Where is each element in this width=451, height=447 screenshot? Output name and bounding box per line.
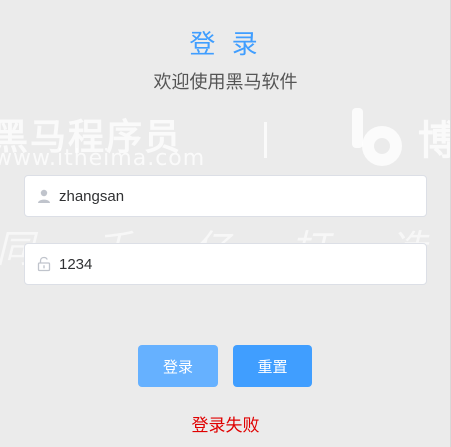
watermark-brand: 黑马程序员 (0, 117, 183, 158)
page-title: 登 录 (189, 30, 262, 60)
watermark-logo-text: 博 (418, 108, 450, 166)
watermark-url: www.itheima.com (0, 146, 206, 171)
login-panel: 黑马程序员 www.itheima.com 博 同 千 亿 打 造 最 高 效 … (0, 0, 451, 447)
error-message: 登录失败 (191, 416, 260, 436)
username-field[interactable] (24, 175, 427, 217)
user-icon (38, 189, 50, 203)
username-input[interactable] (59, 176, 419, 216)
watermark-divider (264, 122, 267, 158)
reset-button[interactable]: 重置 (233, 345, 312, 387)
watermark-logo-icon (352, 108, 402, 166)
login-button[interactable]: 登录 (138, 345, 218, 387)
page-subtitle: 欢迎使用黑马软件 (153, 72, 298, 93)
password-input[interactable] (59, 244, 419, 284)
password-field[interactable] (24, 243, 427, 285)
lock-icon (37, 256, 51, 272)
